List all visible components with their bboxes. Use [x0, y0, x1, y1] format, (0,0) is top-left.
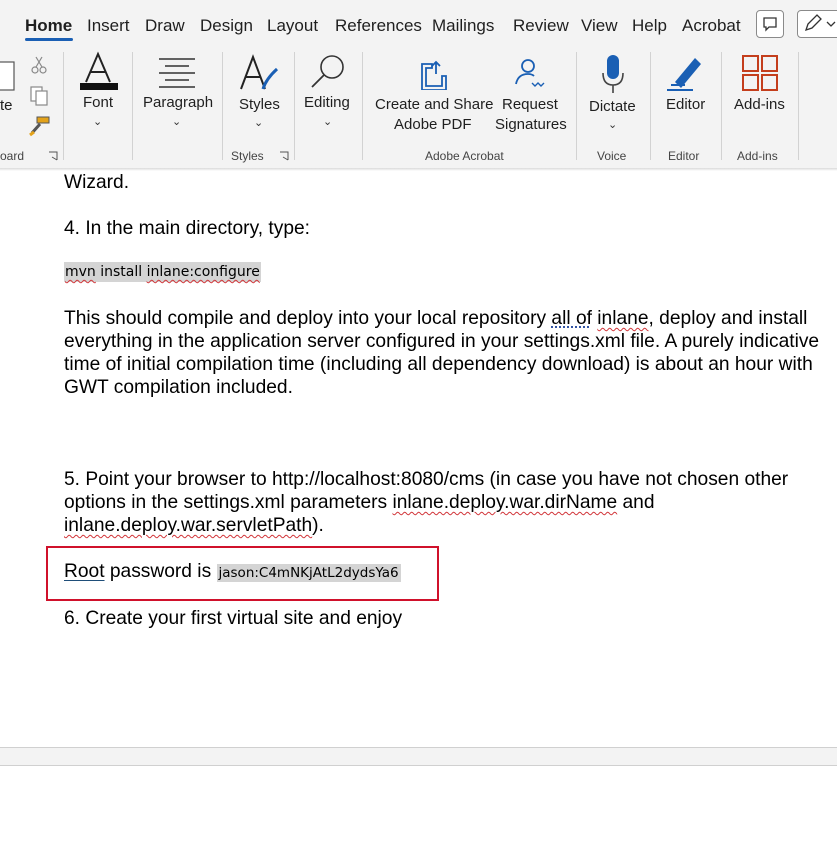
doc-step-6: 6. Create your first virtual site and en…: [64, 607, 402, 630]
editor-button-label[interactable]: Editor: [666, 96, 705, 113]
ribbon-separator: [576, 52, 577, 160]
ribbon-separator: [721, 52, 722, 160]
doc-paragraph-line: time of initial compilation time (includ…: [64, 353, 813, 376]
font-icon[interactable]: [78, 50, 120, 92]
editing-mode-button[interactable]: [797, 10, 837, 38]
tab-insert[interactable]: Insert: [87, 16, 130, 36]
scissors-icon[interactable]: [30, 55, 48, 75]
page-break-bar: [0, 747, 837, 766]
tab-layout[interactable]: Layout: [267, 16, 318, 36]
paragraph-icon[interactable]: [157, 55, 197, 89]
chevron-down-icon: ⌄: [254, 116, 263, 129]
tab-help[interactable]: Help: [632, 16, 667, 36]
editor-group-label: Editor: [668, 149, 699, 163]
doc-line-wizard: Wizard.: [64, 171, 129, 194]
doc-step-5-line: 5. Point your browser to http://localhos…: [64, 468, 788, 491]
font-button-label[interactable]: Font: [83, 94, 113, 111]
ribbon-separator: [63, 52, 64, 160]
tab-acrobat[interactable]: Acrobat: [682, 16, 741, 36]
search-icon[interactable]: [308, 52, 348, 92]
doc-step-4: 4. In the main directory, type:: [64, 217, 310, 240]
doc-password-line: Root password is jason:C4mNKjAtL2dydsYa6: [64, 560, 401, 585]
doc-command-target: inlane:configure: [147, 264, 260, 280]
ribbon-separator: [362, 52, 363, 160]
doc-step-5-line: inlane.deploy.war.servletPath).: [64, 514, 324, 537]
tab-draw[interactable]: Draw: [145, 16, 185, 36]
create-share-label-1[interactable]: Create and Share: [375, 96, 493, 113]
voice-group-label: Voice: [597, 149, 626, 163]
add-ins-group-label: Add-ins: [737, 149, 778, 163]
chevron-down-icon: ⌄: [172, 115, 181, 128]
ribbon-separator: [132, 52, 133, 160]
paste-label[interactable]: te: [0, 97, 13, 114]
doc-command-mvn: mvn: [65, 264, 96, 280]
request-signatures-icon[interactable]: [512, 56, 548, 90]
create-share-label-2[interactable]: Adobe PDF: [394, 116, 472, 133]
copy-icon[interactable]: [28, 85, 50, 107]
styles-button-label[interactable]: Styles: [239, 96, 280, 113]
doc-text: and: [617, 492, 654, 513]
tab-design[interactable]: Design: [200, 16, 253, 36]
chevron-down-icon: ⌄: [93, 115, 102, 128]
chevron-down-icon: ⌄: [323, 115, 332, 128]
doc-paragraph-line: GWT compilation included.: [64, 376, 293, 399]
ribbon-tabs: Home Insert Draw Design Layout Reference…: [0, 0, 837, 44]
tab-home[interactable]: Home: [25, 16, 72, 36]
ribbon-separator: [650, 52, 651, 160]
doc-password-label: password is: [105, 561, 217, 582]
chevron-down-icon: ⌄: [608, 118, 617, 131]
request-signatures-label-1[interactable]: Request: [502, 96, 558, 113]
paste-icon[interactable]: [0, 58, 18, 92]
styles-icon[interactable]: [237, 53, 281, 97]
doc-step-5-line: options in the settings.xml parameters i…: [64, 491, 655, 514]
editor-icon[interactable]: [665, 52, 707, 94]
doc-text-grammar: all of: [551, 308, 592, 329]
doc-paragraph-line: everything in the application server con…: [64, 330, 819, 353]
doc-text: options in the settings.xml parameters: [64, 492, 392, 513]
doc-text: ).: [312, 515, 324, 536]
format-painter-icon[interactable]: [28, 115, 52, 137]
doc-text-spelling: inlane: [597, 308, 648, 329]
document-page[interactable]: Wizard. 4. In the main directory, type: …: [0, 171, 837, 747]
doc-paragraph-line: This should compile and deploy into your…: [64, 307, 807, 330]
request-signatures-label-2[interactable]: Signatures: [495, 116, 567, 133]
ribbon-separator: [294, 52, 295, 160]
paragraph-button-label[interactable]: Paragraph: [143, 94, 213, 111]
microphone-icon[interactable]: [599, 53, 627, 95]
comments-button[interactable]: [756, 10, 784, 38]
doc-root-word: Root: [64, 561, 105, 582]
tab-review[interactable]: Review: [513, 16, 569, 36]
dictate-button-label[interactable]: Dictate: [589, 98, 636, 115]
clipboard-group-label: oard: [0, 149, 24, 163]
tab-references[interactable]: References: [335, 16, 422, 36]
comment-icon: [757, 11, 783, 37]
ribbon-separator: [798, 52, 799, 160]
active-tab-indicator: [25, 38, 73, 41]
doc-command-block: mvn install inlane:configure: [64, 262, 261, 282]
tab-mailings[interactable]: Mailings: [432, 16, 494, 36]
pencil-icon: [798, 11, 837, 37]
doc-command-install: install: [96, 264, 147, 280]
dialog-launcher-icon[interactable]: [279, 151, 289, 161]
editing-button-label[interactable]: Editing: [304, 94, 350, 111]
add-ins-icon[interactable]: [741, 54, 779, 92]
add-ins-button-label[interactable]: Add-ins: [734, 96, 785, 113]
doc-password-value: jason:C4mNKjAtL2dydsYa6: [217, 564, 401, 582]
ribbon-separator: [222, 52, 223, 160]
doc-text: This should compile and deploy into your…: [64, 308, 551, 329]
doc-text-spelling: inlane.deploy.war.servletPath: [64, 515, 312, 536]
doc-text: , deploy and install: [649, 308, 808, 329]
styles-group-label: Styles: [231, 149, 264, 163]
create-pdf-icon[interactable]: [418, 58, 448, 90]
tab-view[interactable]: View: [581, 16, 618, 36]
next-page-area[interactable]: [0, 766, 837, 856]
dialog-launcher-icon[interactable]: [48, 151, 58, 161]
doc-text-spelling: inlane.deploy.war.dirName: [392, 492, 617, 513]
adobe-acrobat-group-label: Adobe Acrobat: [425, 149, 504, 163]
